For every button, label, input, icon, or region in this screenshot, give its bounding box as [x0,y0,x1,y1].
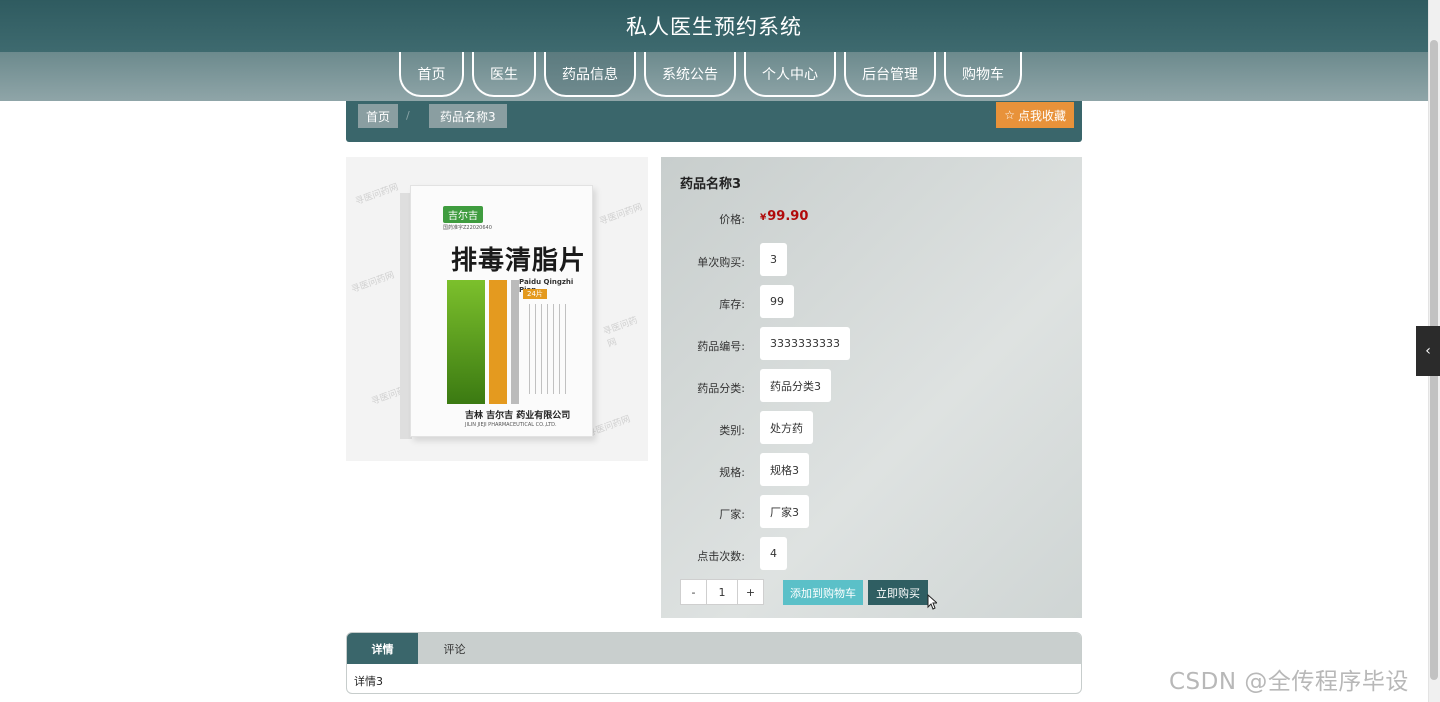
star-outline-icon: ☆ [1004,108,1015,122]
field-label: 点击次数: [697,550,745,563]
quantity-minus-button[interactable]: - [681,580,706,604]
price-value: ¥99.90 [760,209,808,224]
field-value-medicine-number: 3333333333 [760,327,850,360]
medicine-box: 吉尔吉 国药准字Z22020640 排毒清脂片 Paidu Qingzhi Pi… [410,185,593,437]
tab-content: 详情3 [354,675,383,688]
image-watermark: 寻医问药网 [598,202,644,228]
box-approval-number: 国药准字Z22020640 [443,225,492,231]
image-watermark: 寻医问药网 [601,315,640,350]
nav-item-medicine-info[interactable]: 药品信息 [544,52,636,97]
box-manufacturer: 吉林 吉尔吉 药业有限公司 [465,411,571,421]
currency-symbol: ¥ [760,213,767,223]
field-value-type: 处方药 [760,411,813,444]
nav-item-doctors[interactable]: 医生 [472,52,536,97]
add-to-cart-button[interactable]: 添加到购物车 [783,580,863,605]
field-label: 药品编号: [697,340,745,353]
top-header: 私人医生预约系统 [0,0,1428,52]
buy-now-button[interactable]: 立即购买 [868,580,928,605]
side-panel-toggle[interactable]: ‹ [1416,326,1440,376]
tabs-header: 详情 评论 [347,633,1081,664]
field-value-single-purchase: 3 [760,243,787,276]
box-vertical-text [529,304,569,394]
chevron-left-icon: ‹ [1425,343,1431,359]
quantity-stepper: - 1 + [680,579,764,605]
nav-item-personal-center[interactable]: 个人中心 [744,52,836,97]
quantity-plus-button[interactable]: + [738,580,763,604]
image-watermark: 寻医问药网 [350,270,396,296]
field-label: 药品分类: [697,382,745,395]
price-label: 价格: [719,213,745,226]
product-title: 药品名称3 [680,177,742,192]
price-amount: 99.90 [767,209,809,224]
field-label: 规格: [719,466,745,479]
tab-details[interactable]: 详情 [347,633,418,664]
field-label: 类别: [719,424,745,437]
nav-item-announcements[interactable]: 系统公告 [644,52,736,97]
breadcrumb-current: 药品名称3 [429,104,507,128]
box-manufacturer-en: JILIN JIEJI PHARMACEUTICAL CO.,LTD. [465,422,557,428]
nav-item-admin[interactable]: 后台管理 [844,52,936,97]
field-value-stock: 99 [760,285,794,318]
breadcrumb-separator: / [406,109,410,122]
box-pack-count: 24片 [523,289,547,299]
breadcrumb-home[interactable]: 首页 [358,104,399,128]
field-value-manufacturer: 厂家3 [760,495,809,528]
product-image: 寻医问药网 寻医问药网 寻医问药网 寻医问药网 寻医问药网 寻医问药网 吉尔吉 … [346,157,648,461]
page: 私人医生预约系统 首页 医生 药品信息 系统公告 个人中心 后台管理 购物车 ‹… [0,0,1440,702]
box-grey-stripe [511,280,519,404]
field-value-click-count: 4 [760,537,787,570]
box-orange-stripe [489,280,507,404]
favorite-button-label: 点我收藏 [1017,108,1066,123]
field-value-medicine-category: 药品分类3 [760,369,831,402]
box-product-name: 排毒清脂片 [451,246,587,276]
field-label: 单次购买: [697,256,745,269]
field-label: 厂家: [719,508,745,521]
main-nav: 首页 医生 药品信息 系统公告 个人中心 后台管理 购物车 [0,52,1428,101]
box-green-stripe [447,280,485,404]
quantity-input[interactable]: 1 [706,580,738,604]
image-watermark: 寻医问药网 [354,182,400,208]
nav-item-cart[interactable]: 购物车 [944,52,1022,97]
field-value-spec: 规格3 [760,453,809,486]
field-label: 库存: [719,298,745,311]
box-brand: 吉尔吉 [443,206,483,223]
nav-items: 首页 医生 药品信息 系统公告 个人中心 后台管理 购物车 [399,52,1022,97]
mouse-cursor-icon [927,594,937,610]
nav-item-home[interactable]: 首页 [399,52,464,97]
tab-comments[interactable]: 评论 [419,633,490,664]
breadcrumb: 首页 / 药品名称3 ☆ 点我收藏 [346,101,1082,142]
site-title: 私人医生预约系统 [626,15,802,39]
favorite-button[interactable]: ☆ 点我收藏 [996,102,1074,128]
csdn-watermark: CSDN @全传程序毕设 [1169,669,1409,695]
product-info-panel: 药品名称3 价格: ¥99.90 单次购买: 3 库存: 99 药品编号: 33… [661,157,1082,618]
detail-tabs: 详情 评论 详情3 [346,632,1082,694]
